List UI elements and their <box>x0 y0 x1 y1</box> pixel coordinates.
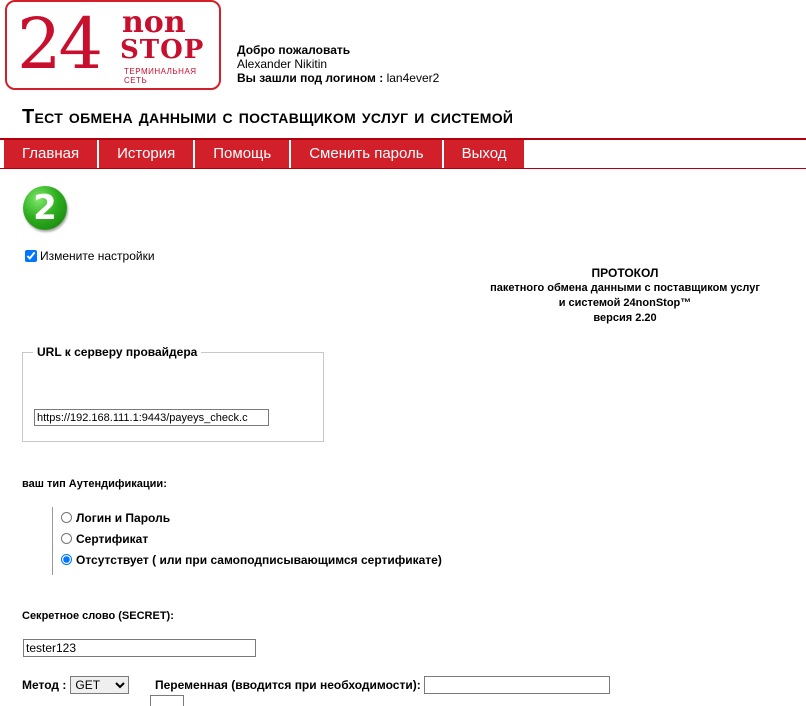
provider-url-input[interactable] <box>34 409 269 426</box>
protocol-line-2: пакетного обмена данными с поставщиком у… <box>490 282 760 294</box>
login-line: Вы зашли под логином : lan4ever2 <box>237 71 439 85</box>
nav-item-logout[interactable]: Выход <box>443 140 527 168</box>
logo-stop: STOP <box>120 35 205 65</box>
protocol-version: версия 2.20 <box>593 312 657 324</box>
change-settings-checkbox[interactable] <box>25 250 37 262</box>
nav-item-help[interactable]: Помощь <box>195 140 292 168</box>
variable-row: Переменная (вводится при необходимости): <box>155 676 610 694</box>
auth-option-none[interactable]: Отсутствует ( или при самоподписывающимс… <box>61 549 442 570</box>
user-name: Alexander Nikitin <box>237 57 328 71</box>
page-title: Тест обмена данными с поставщиком услуг … <box>22 106 514 128</box>
auth-option-label: Сертификат <box>76 531 149 546</box>
main-nav: Главная История Помощь Сменить пароль Вы… <box>0 138 806 170</box>
method-label: Метод : <box>22 678 67 692</box>
protocol-info: ПРОТОКОЛ пакетного обмена данными с пост… <box>440 266 806 326</box>
auth-radio-none[interactable] <box>61 554 72 565</box>
url-fieldset: URL к серверу провайдера <box>22 345 324 442</box>
auth-option-label: Логин и Пароль <box>76 510 171 525</box>
nav-item-home[interactable]: Главная <box>4 140 100 168</box>
change-settings-label: Измените настройки <box>40 249 155 263</box>
logo-24nonstop[interactable]: 24 non STOP ТЕРМИНАЛЬНАЯ СЕТЬ <box>5 0 221 90</box>
logo-number: 24 <box>17 3 103 85</box>
auth-option-label: Отсутствует ( или при самоподписывающимс… <box>76 552 442 567</box>
auth-radio-login-password[interactable] <box>61 512 72 523</box>
logo-tagline: ТЕРМИНАЛЬНАЯ СЕТЬ <box>124 67 197 85</box>
welcome-text: Добро пожаловать <box>237 43 351 57</box>
method-row: Метод : GET <box>22 676 130 694</box>
change-settings-checkbox-row[interactable]: Измените настройки <box>25 249 155 263</box>
nav-item-history[interactable]: История <box>99 140 196 168</box>
secret-input[interactable] <box>23 639 256 657</box>
step-number-badge: 2 <box>23 186 67 230</box>
logo-non: non <box>122 5 186 40</box>
auth-type-group: Логин и Пароль Сертификат Отсутствует ( … <box>52 507 442 575</box>
nav-item-change-password[interactable]: Сменить пароль <box>291 140 444 168</box>
variable-label: Переменная (вводится при необходимости): <box>155 678 421 692</box>
auth-option-certificate[interactable]: Сертификат <box>61 528 442 549</box>
protocol-line-3: и системой 24nonStop™ <box>558 297 692 309</box>
protocol-title: ПРОТОКОЛ <box>591 266 659 280</box>
secret-label: Секретное слово (SECRET): <box>22 610 174 622</box>
login-label: Вы зашли под логином : <box>237 71 384 85</box>
login-value: lan4ever2 <box>386 71 440 85</box>
partial-field-box <box>150 695 184 706</box>
auth-option-login-password[interactable]: Логин и Пароль <box>61 507 442 528</box>
user-info: Добро пожаловать Alexander Nikitin Вы за… <box>237 43 439 85</box>
auth-type-label: ваш тип Аутендификации: <box>22 478 167 490</box>
url-legend: URL к серверу провайдера <box>37 345 198 359</box>
variable-input[interactable] <box>423 676 610 694</box>
method-select[interactable]: GET <box>70 676 130 694</box>
auth-radio-certificate[interactable] <box>61 533 72 544</box>
nav-bottom-rule <box>0 168 806 169</box>
